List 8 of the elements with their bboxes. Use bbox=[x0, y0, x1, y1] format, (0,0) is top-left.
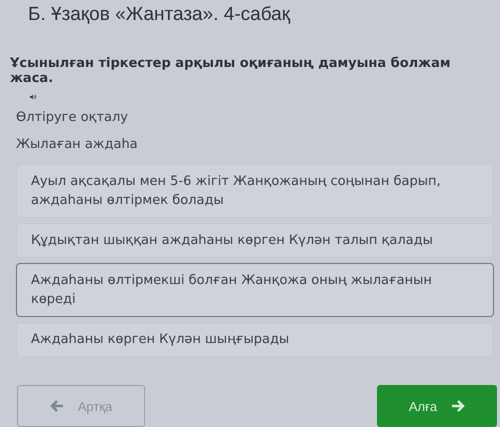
answer-option[interactable]: Аждаһаны көрген Күлән шыңғырады bbox=[16, 322, 494, 357]
page-title: Б. Ұзақов «Жантаза». 4-сабақ bbox=[28, 4, 292, 26]
phrase-text: Жылаған аждаһа bbox=[16, 136, 139, 154]
answer-option[interactable]: Аждаһаны өлтірмекші болған Жанқожа оның жылағанын көреді bbox=[16, 263, 494, 317]
answer-option[interactable]: Ауыл ақсақалы мен 5-6 жігіт Жанқожаның соңынан барып, аждаһаны өлтірмек болады bbox=[16, 164, 494, 218]
answer-option[interactable]: Құдықтан шыққан аждаһаны көрген Күлән талып қалады bbox=[16, 223, 494, 258]
instruction-text: Ұсынылған тіркестер арқылы оқиғаның дамуына болжам жаса. bbox=[10, 56, 452, 86]
phrase-text: Өлтіруге оқталу bbox=[16, 109, 129, 127]
